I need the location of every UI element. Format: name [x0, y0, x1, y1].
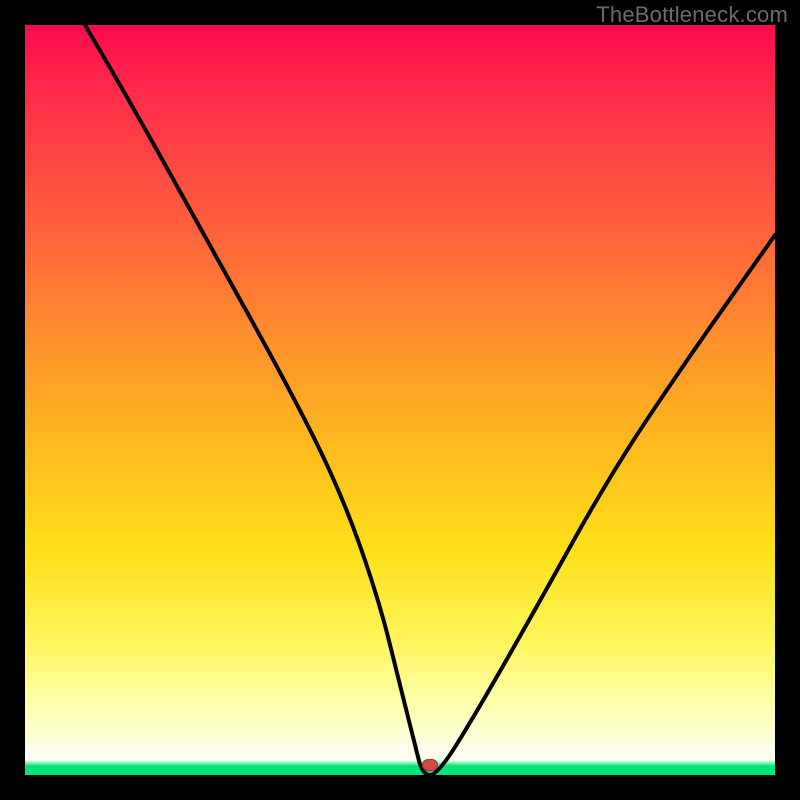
bottleneck-curve-path	[85, 25, 775, 775]
watermark-text: TheBottleneck.com	[596, 2, 788, 28]
chart-frame: TheBottleneck.com	[0, 0, 800, 800]
plot-area	[25, 25, 775, 775]
bottleneck-curve	[25, 25, 775, 775]
selected-point-marker	[422, 759, 438, 771]
